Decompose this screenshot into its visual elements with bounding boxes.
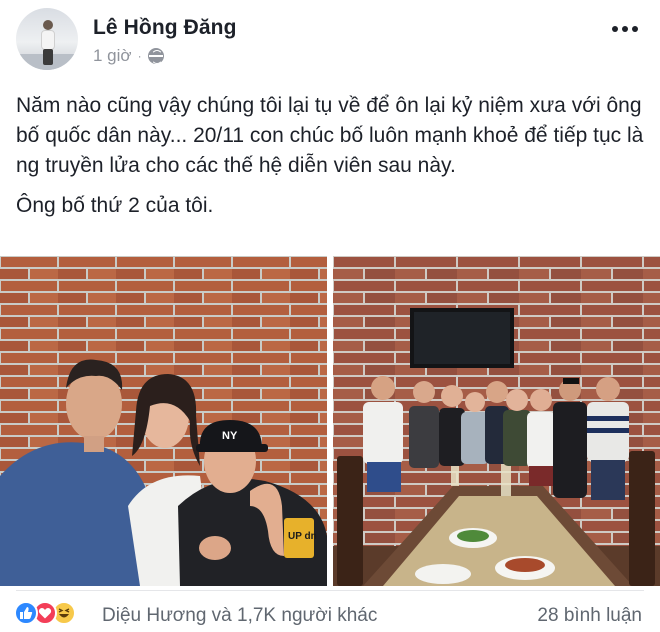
globe-icon[interactable] xyxy=(147,48,164,64)
author-name[interactable]: Lê Hồng Đăng xyxy=(93,16,237,40)
comments-count[interactable]: 28 bình luận xyxy=(537,605,642,627)
meta-separator: · xyxy=(137,49,142,63)
shirt-print: UP dn xyxy=(288,531,317,542)
footer-divider xyxy=(16,590,644,591)
post-paragraph: Năm nào cũng vậy chúng tôi lại tụ về để … xyxy=(16,94,644,177)
author-avatar[interactable] xyxy=(16,8,78,70)
post-paragraph: Ông bố thứ 2 của tôi. xyxy=(16,194,214,217)
reactions-summary[interactable]: Diệu Hương và 1,7K người khác xyxy=(102,605,377,627)
cap-logo: NY xyxy=(222,430,238,442)
facebook-post: Lê Hồng Đăng 1 giờ · Năm nào cũng vậy ch… xyxy=(0,0,660,632)
post-photo-right[interactable] xyxy=(333,256,660,586)
more-options-icon[interactable] xyxy=(612,26,638,32)
post-photo-left[interactable]: NY UP dn xyxy=(0,256,327,586)
post-text: Năm nào cũng vậy chúng tôi lại tụ về để … xyxy=(16,91,646,221)
post-time[interactable]: 1 giờ xyxy=(93,46,132,66)
reaction-icons[interactable] xyxy=(14,601,76,625)
like-icon xyxy=(14,601,38,625)
post-meta: 1 giờ · xyxy=(93,46,164,66)
